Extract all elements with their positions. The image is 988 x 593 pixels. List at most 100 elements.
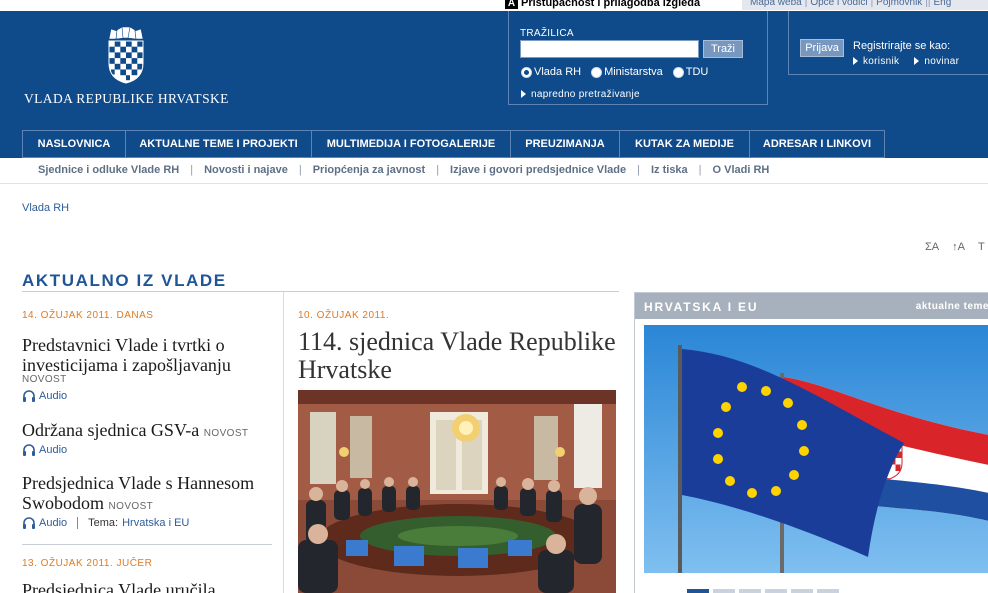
subnav-priopcenja[interactable]: Priopćenja za javnost [313, 164, 425, 176]
subnav-o-vladi[interactable]: O Vladi RH [713, 164, 770, 176]
font-increase-button[interactable]: ↑A [952, 241, 965, 253]
divider [22, 291, 619, 292]
register-as-user-link[interactable]: korisnik [853, 56, 899, 67]
nav-tab-multimedija[interactable]: MULTIMEDIJA I FOTOGALERIJE [311, 130, 510, 158]
divider: | [298, 164, 302, 176]
site-logo[interactable]: VLADA REPUBLIKE HRVATSKE [22, 25, 252, 115]
audio-label: Audio [39, 517, 68, 529]
divider: | [637, 164, 640, 176]
register-text: Registrirajte se kao: [853, 40, 951, 52]
top-strip: A Pristupačnost i prilagodba izgleda Map… [0, 0, 988, 11]
news-tag: NOVOST [22, 374, 67, 385]
accessibility-label: Pristupačnost i prilagodba izgleda [521, 0, 701, 9]
utility-link-sitemap[interactable]: Mapa weba [750, 0, 802, 8]
news-title-text: Predsjednica Vlade uručila [22, 580, 216, 593]
search-panel: TRAŽILICA Traži Vlada RH Ministarstva TD… [508, 11, 768, 105]
carousel-dot[interactable] [687, 589, 709, 593]
news-item-title[interactable]: Održana sjednica GSV-a NOVOST [22, 420, 272, 444]
headphones-icon [23, 390, 35, 402]
eu-photo[interactable] [644, 325, 988, 573]
utility-link-guides[interactable]: Opće i vodiči [810, 0, 867, 8]
radio-label: Ministarstva [604, 66, 663, 78]
font-toggle-button[interactable]: T [978, 241, 985, 253]
divider: | [436, 164, 440, 176]
divider [283, 292, 284, 593]
news-title-text: Održana sjednica GSV-a [22, 420, 200, 440]
arrow-right-icon [521, 90, 526, 98]
register-options: korisnik novinar [853, 56, 971, 67]
register-as-journalist-link[interactable]: novinar [914, 56, 959, 67]
utility-link-glossary[interactable]: Pojmovnik [876, 0, 922, 8]
carousel-dot[interactable] [817, 589, 839, 593]
login-panel: Prijava Registrirajte se kao: korisnik n… [788, 11, 988, 75]
featured-photo[interactable] [298, 390, 616, 593]
news-tag: NOVOST [203, 428, 249, 439]
news-item-title[interactable]: Predstavnici Vlade i tvrtki o investicij… [22, 335, 272, 375]
news-item-title[interactable]: Predsjednica Vlade uručila [22, 580, 272, 593]
featured-title[interactable]: 114. sjednica Vlade Republike Hrvatske [298, 328, 618, 384]
news-tag: NOVOST [108, 501, 154, 512]
divider: | [698, 164, 702, 176]
eu-topics-link[interactable]: aktualne teme [916, 301, 988, 312]
accessibility-link[interactable]: A Pristupačnost i prilagodba izgleda [505, 0, 700, 10]
carousel-indicators [687, 589, 839, 593]
arrow-right-icon [914, 57, 920, 65]
audio-link[interactable]: Audio [22, 517, 67, 529]
radio-unchecked-icon [591, 66, 603, 78]
nav-tab-naslovnica[interactable]: NASLOVNICA [22, 130, 125, 158]
eu-and-croatia-flags-photo [644, 325, 988, 573]
audio-label: Audio [39, 444, 68, 456]
subnav-izjave[interactable]: Izjave i govori predsjednice Vlade [450, 164, 626, 176]
register-option-label: novinar [924, 56, 960, 67]
radio-label: Vlada RH [534, 66, 582, 78]
main-navigation: NASLOVNICA AKTUALNE TEME I PROJEKTI MULT… [22, 130, 885, 158]
eu-panel: HRVATSKA I EU aktualne teme [634, 292, 988, 593]
croatian-coat-of-arms-icon [108, 26, 144, 84]
news-meta: Audio [22, 390, 67, 402]
carousel-dot[interactable] [765, 589, 787, 593]
nav-tab-preuzimanja[interactable]: PREUZIMANJA [510, 130, 619, 158]
sub-navigation-links: Sjednice i odluke Vlade RH | Novosti i naj… [38, 164, 769, 176]
arrow-right-icon [853, 57, 858, 65]
audio-link[interactable]: Audio [22, 390, 67, 402]
search-button[interactable]: Traži [703, 40, 743, 58]
divider: | [190, 164, 194, 176]
topic-link[interactable]: Hrvatska i EU [122, 517, 189, 529]
headphones-icon [23, 444, 35, 456]
audio-link[interactable]: Audio [22, 444, 67, 456]
carousel-dot[interactable] [739, 589, 761, 593]
subnav-novosti[interactable]: Novosti i najave [204, 164, 288, 176]
news-meta: Audio [22, 444, 67, 456]
radio-ministarstva[interactable]: Ministarstva [591, 66, 663, 78]
radio-checked-icon [521, 66, 532, 78]
audio-label: Audio [39, 390, 68, 402]
date-label: 14. OŽUJAK 2011. DANAS [22, 310, 154, 321]
featured-date: 10. OŽUJAK 2011. [298, 310, 390, 321]
headphones-icon [23, 517, 35, 529]
carousel-dot[interactable] [791, 589, 813, 593]
site-header: VLADA REPUBLIKE HRVATSKE TRAŽILICA Traži… [0, 11, 988, 158]
radio-tdu[interactable]: TDU [672, 66, 708, 78]
search-input[interactable] [520, 40, 699, 58]
font-size-controls: ΣA ↑A T [925, 241, 988, 253]
divider [77, 517, 79, 529]
divider: || [925, 0, 931, 8]
subnav-iz-tiska[interactable]: Iz tiska [651, 164, 688, 176]
news-item-title[interactable]: Predsjednica Vlade s Hannesom Swobodom N… [22, 473, 272, 517]
news-title-text: Predstavnici Vlade i tvrtki o investicij… [22, 335, 231, 375]
carousel-dot[interactable] [713, 589, 735, 593]
font-reset-button[interactable]: ΣA [925, 241, 939, 253]
advanced-search-link[interactable]: napredno pretraživanje [521, 89, 640, 100]
news-meta: Audio Tema: Hrvatska i EU [22, 517, 189, 529]
breadcrumb[interactable]: Vlada RH [22, 202, 69, 214]
search-title: TRAŽILICA [520, 28, 574, 39]
sub-navigation: Sjednice i odluke Vlade RH | Novosti i naj… [0, 158, 988, 184]
eu-panel-header: HRVATSKA I EU aktualne teme [635, 293, 988, 319]
radio-vlada-rh[interactable]: Vlada RH [521, 66, 581, 78]
nav-tab-adresar[interactable]: ADRESAR I LINKOVI [749, 130, 885, 158]
utility-link-english[interactable]: Eng [934, 0, 952, 8]
nav-tab-aktualne-teme[interactable]: AKTUALNE TEME I PROJEKTI [125, 130, 311, 158]
nav-tab-kutak-za-medije[interactable]: KUTAK ZA MEDIJE [619, 130, 749, 158]
subnav-sjednice[interactable]: Sjednice i odluke Vlade RH [38, 164, 179, 176]
login-button[interactable]: Prijava [800, 39, 844, 57]
